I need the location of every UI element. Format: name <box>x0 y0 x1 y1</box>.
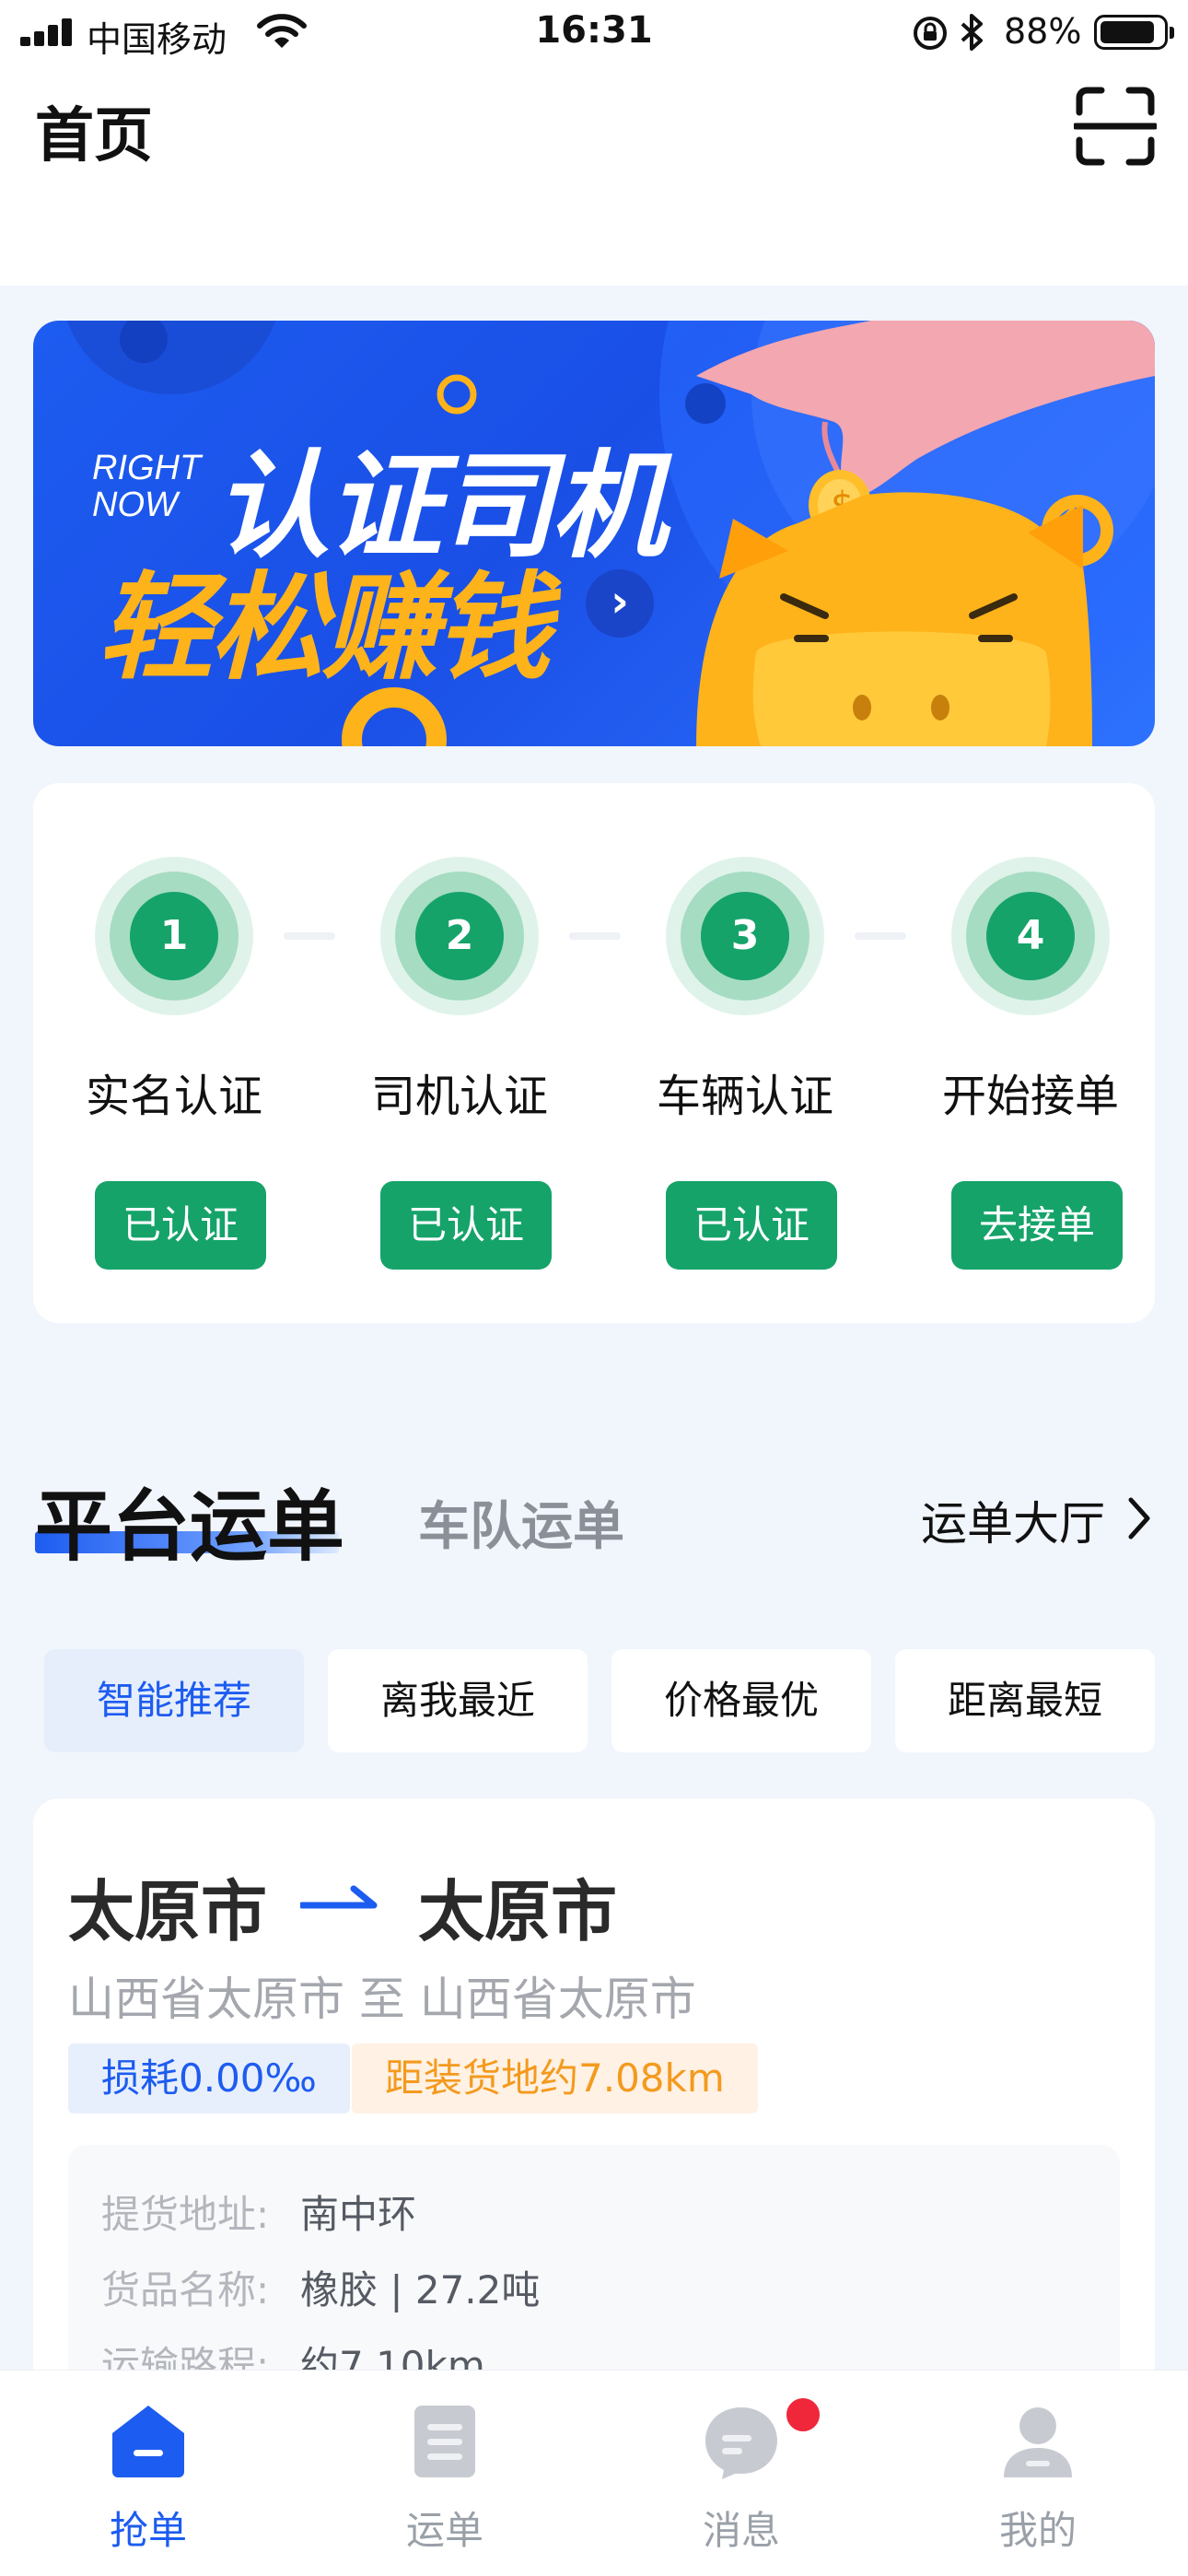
scan-icon[interactable] <box>1074 85 1157 168</box>
tab-profile[interactable]: 我的 <box>890 2371 1186 2576</box>
tab-messages[interactable]: 消息 <box>593 2371 890 2576</box>
step-label: 司机认证 <box>370 1071 548 1122</box>
banner-arrow-icon[interactable]: › <box>586 569 654 638</box>
chevron-right-icon[interactable] <box>1125 1496 1153 1540</box>
user-icon <box>1004 2407 1072 2477</box>
step-driver: 2 司机认证 已认证 <box>358 783 561 1323</box>
step-number: 2 <box>415 892 504 980</box>
step-number: 3 <box>701 892 789 980</box>
detail-pickup-address: 提货地址: 南中环 <box>101 2184 416 2240</box>
step-connector <box>284 932 335 940</box>
step-real-name: 1 实名认证 已认证 <box>73 783 275 1323</box>
document-icon <box>414 2406 475 2477</box>
detail-value: 橡胶 | 27.2吨 <box>300 2267 541 2313</box>
filter-nearest[interactable]: 离我最近 <box>328 1649 588 1752</box>
bottom-tab-bar: 抢单 运单 消息 我的 <box>0 2370 1188 2576</box>
step-number: 1 <box>130 892 218 980</box>
distance-tag: 距装货地约7.08km <box>352 2043 758 2113</box>
detail-goods-name: 货品名称: 橡胶 | 27.2吨 <box>101 2259 540 2315</box>
bluetooth-icon <box>961 14 983 51</box>
step-label: 实名认证 <box>85 1071 262 1122</box>
step-badge: 2 <box>380 857 539 1015</box>
promo-banner[interactable]: $ RIGHT NOW 认证司机 轻松赚钱 › <box>33 321 1155 746</box>
orientation-lock-icon <box>914 17 947 50</box>
tab-waybills[interactable]: 运单 <box>297 2371 593 2576</box>
tab-label: 消息 <box>702 2508 780 2553</box>
tab-label: 运单 <box>405 2508 483 2553</box>
unread-badge <box>783 2395 823 2435</box>
loss-rate-tag: 损耗0.00‰ <box>68 2043 350 2113</box>
certification-steps-card: 1 实名认证 已认证 2 司机认证 已认证 3 车辆认证 已认证 4 开始接单 … <box>33 783 1155 1323</box>
take-orders-button[interactable]: 去接单 <box>951 1181 1123 1270</box>
tab-label: 我的 <box>998 2508 1077 2553</box>
tab-label: 抢单 <box>109 2508 187 2553</box>
banner-title-line2: 轻松赚钱 <box>98 560 551 696</box>
detail-value: 南中环 <box>300 2192 417 2237</box>
destination-city: 太原市 <box>418 1873 618 1950</box>
detail-key: 提货地址: <box>101 2192 270 2237</box>
filter-best-price[interactable]: 价格最优 <box>611 1649 871 1752</box>
status-bar: 中国移动 16:31 88% <box>0 0 1188 66</box>
step-label: 开始接单 <box>941 1071 1119 1122</box>
filter-smart-recommend[interactable]: 智能推荐 <box>44 1649 304 1752</box>
order-card[interactable]: 太原市 太原市 山西省太原市 至 山西省太原市 损耗0.00‰ 距装货地约7.0… <box>33 1798 1155 2443</box>
battery-percent: 88% <box>1004 11 1082 52</box>
route-detail: 山西省太原市 至 山西省太原市 <box>68 1973 696 2026</box>
nav-header <box>0 66 1188 286</box>
step-status-button[interactable]: 已认证 <box>380 1181 552 1270</box>
step-start-orders: 4 开始接单 去接单 <box>929 783 1132 1323</box>
step-connector <box>569 932 621 940</box>
message-icon <box>705 2407 777 2479</box>
home-icon <box>112 2406 184 2477</box>
filter-shortest-distance[interactable]: 距离最短 <box>895 1649 1155 1752</box>
step-badge: 4 <box>951 857 1110 1015</box>
tab-fleet-waybill[interactable]: 车队运单 <box>418 1485 624 1560</box>
step-vehicle: 3 车辆认证 已认证 <box>644 783 846 1323</box>
step-number: 4 <box>986 892 1075 980</box>
tab-grab-orders[interactable]: 抢单 <box>0 2371 297 2576</box>
page-title: 首页 <box>35 102 153 170</box>
route-arrow-icon <box>300 1885 378 1909</box>
waybill-hall-link[interactable]: 运单大厅 <box>921 1487 1105 1553</box>
step-label: 车辆认证 <box>656 1071 833 1122</box>
detail-key: 货品名称: <box>101 2267 270 2313</box>
step-status-button[interactable]: 已认证 <box>666 1181 837 1270</box>
step-status-button[interactable]: 已认证 <box>95 1181 266 1270</box>
step-connector <box>855 932 906 940</box>
origin-city: 太原市 <box>68 1873 268 1950</box>
step-badge: 1 <box>95 857 253 1015</box>
tab-platform-waybill[interactable]: 平台运单 <box>35 1465 344 1576</box>
step-badge: 3 <box>666 857 824 1015</box>
battery-icon <box>1094 15 1174 50</box>
